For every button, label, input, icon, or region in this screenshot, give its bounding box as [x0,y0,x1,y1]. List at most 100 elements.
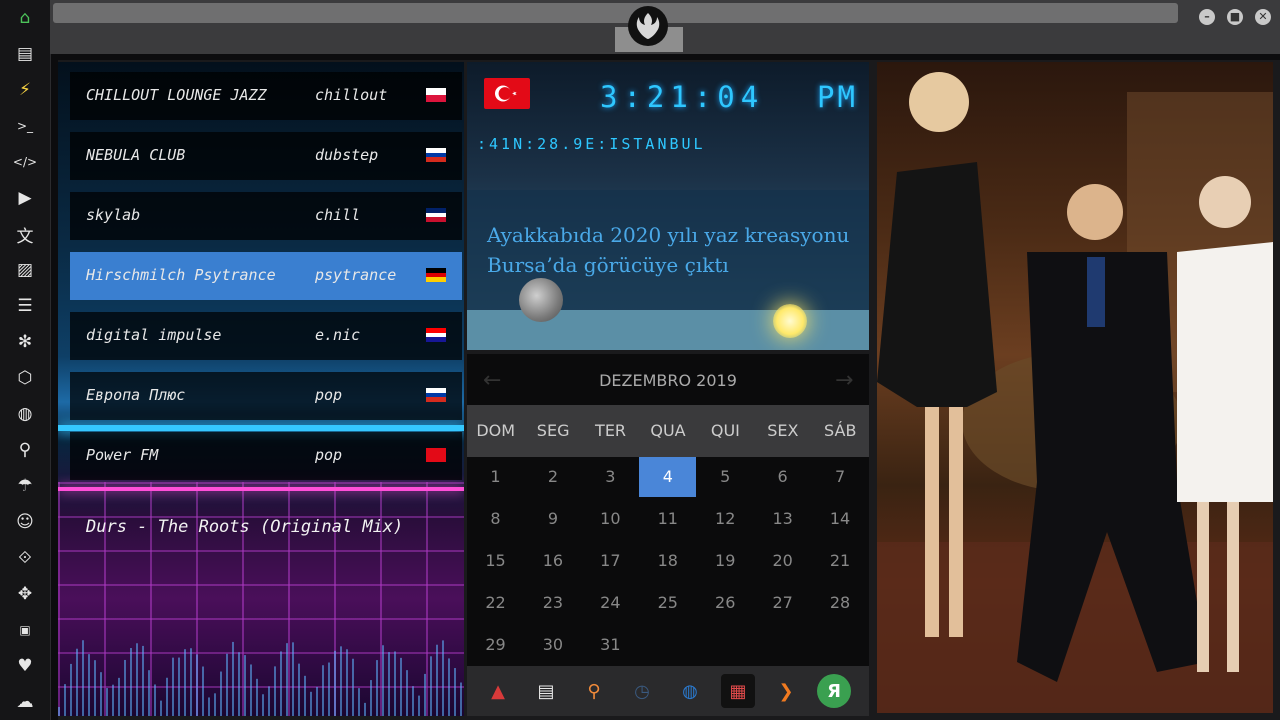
calendar-day[interactable]: 17 [582,541,639,581]
eq-bar [292,642,294,716]
eq-bar [400,657,402,716]
calendar-day[interactable]: 30 [524,625,581,665]
eq-bar [118,677,120,716]
translate-icon[interactable]: 文 [13,222,37,247]
eq-bar [154,684,156,716]
calendar-day[interactable]: 19 [697,541,754,581]
document-icon[interactable]: ▤ [13,42,37,66]
calendar-day[interactable]: 24 [582,583,639,623]
dock-calendar-icon[interactable]: ▦ [721,674,755,708]
weekday-label: QUA [650,421,686,440]
news-icon[interactable]: ☰ [13,294,37,318]
calendar-day[interactable]: 31 [582,625,639,665]
calendar-day[interactable]: 7 [812,457,869,497]
calendar-day[interactable]: 18 [639,541,696,581]
eq-bar [142,645,144,716]
lightning-icon[interactable]: ⚡ [13,78,37,102]
calendar-day[interactable]: 15 [467,541,524,581]
close-button[interactable]: ✕ [1255,9,1271,25]
station-row[interactable]: digital impulse e.nic [70,312,462,360]
dock-newspaper-icon[interactable]: ▤ [529,674,563,708]
calendar-day[interactable]: 20 [754,541,811,581]
play-icon[interactable]: ▶ [13,186,37,210]
search-icon[interactable]: ⚲ [13,438,37,462]
umbrella-icon[interactable]: ☂ [13,474,37,498]
calendar-day[interactable]: 28 [812,583,869,623]
home-icon[interactable]: ⌂ [13,6,37,30]
weekday-label: SÁB [824,421,857,440]
calendar-day[interactable]: 23 [524,583,581,623]
eq-bar [94,660,96,716]
calendar-day[interactable]: 10 [582,499,639,539]
contacts-icon[interactable]: ☺ [13,510,37,534]
calendar-day[interactable]: 11 [639,499,696,539]
minimize-button[interactable]: – [1199,9,1215,25]
dock-yandex-icon[interactable]: Я [817,674,851,708]
dock-search-icon[interactable]: ⚲ [577,674,611,708]
maximize-button[interactable]: ■ [1227,9,1243,25]
calendar-day[interactable]: 5 [697,457,754,497]
globe-icon[interactable]: ◍ [13,402,37,426]
dock-red-app-icon[interactable]: ▲ [481,674,515,708]
calendar-day[interactable]: 21 [812,541,869,581]
station-genre: psytrance [315,266,397,284]
dock-globe-icon[interactable]: ◍ [673,674,707,708]
cloud-icon[interactable]: ☁ [13,690,37,714]
settings-snowflake-icon[interactable]: ✻ [13,330,37,354]
station-row[interactable]: Hirschmilch Psytrance psytrance [70,252,462,300]
calendar-day[interactable]: 14 [812,499,869,539]
eq-bar [70,663,72,716]
news-headline[interactable]: Ayakkabıda 2020 yılı yaz kreasyonu Bursa… [487,220,857,280]
station-row[interactable]: NEBULA CLUB dubstep [70,132,462,180]
calendar-day[interactable]: 2 [524,457,581,497]
hexagon-icon[interactable]: ⬡ [13,366,37,390]
dock-clock-icon[interactable]: ◷ [625,674,659,708]
station-row[interactable]: skylab chill [70,192,462,240]
calendar-day[interactable]: 12 [697,499,754,539]
link-icon[interactable]: ⟐ [13,546,37,570]
image-icon[interactable]: ▨ [13,258,37,282]
calendar-day[interactable]: 22 [467,583,524,623]
calendar-day[interactable]: 1 [467,457,524,497]
eq-bar [358,688,360,716]
weekday-label: SEG [536,421,570,440]
station-genre: pop [315,446,343,464]
calendar-day[interactable]: 4 [639,457,697,497]
heart-icon[interactable]: ♥ [13,654,37,678]
expand-icon[interactable]: ✥ [13,582,37,606]
eq-bar [262,694,264,716]
calendar-day[interactable]: 8 [467,499,524,539]
calendar-day[interactable]: 9 [524,499,581,539]
calendar-day[interactable]: 6 [754,457,811,497]
eq-bar [196,654,198,716]
calendar-day[interactable]: 29 [467,625,524,665]
eq-bar [166,677,168,716]
eq-bar [64,684,66,716]
code-icon[interactable]: </> [13,150,37,174]
station-row[interactable]: Power FM pop [70,432,462,480]
station-genre: dubstep [315,146,379,164]
eq-bar [382,645,384,716]
calendar-day[interactable]: 13 [754,499,811,539]
eq-bar [112,684,114,716]
station-name: CHILLOUT LOUNGE JAZZ [86,86,267,104]
calendar-day[interactable]: 3 [582,457,639,497]
dock-forward-icon[interactable]: ❯ [769,674,803,708]
eq-bar [58,707,60,716]
youtube-icon[interactable]: ▣ [13,618,37,642]
next-month-button[interactable]: → [835,362,853,400]
calendar-day[interactable]: 25 [639,583,696,623]
eq-bar [424,673,426,716]
terminal-icon[interactable]: >_ [13,114,37,138]
station-row[interactable]: CHILLOUT LOUNGE JAZZ chillout [70,72,462,120]
eq-bar [160,700,162,716]
country-flag-icon [426,148,446,162]
eq-bar [226,653,228,716]
station-row[interactable]: Европа Плюс pop [70,372,462,420]
calendar-day[interactable]: 16 [524,541,581,581]
calendar-widget: ← DEZEMBRO 2019 → DOM SEG TER QUA QUI SEX SÁB … [467,354,869,716]
calendar-day[interactable]: 26 [697,583,754,623]
title-strip[interactable] [53,3,1178,23]
eq-bar [268,686,270,716]
calendar-day[interactable]: 27 [754,583,811,623]
